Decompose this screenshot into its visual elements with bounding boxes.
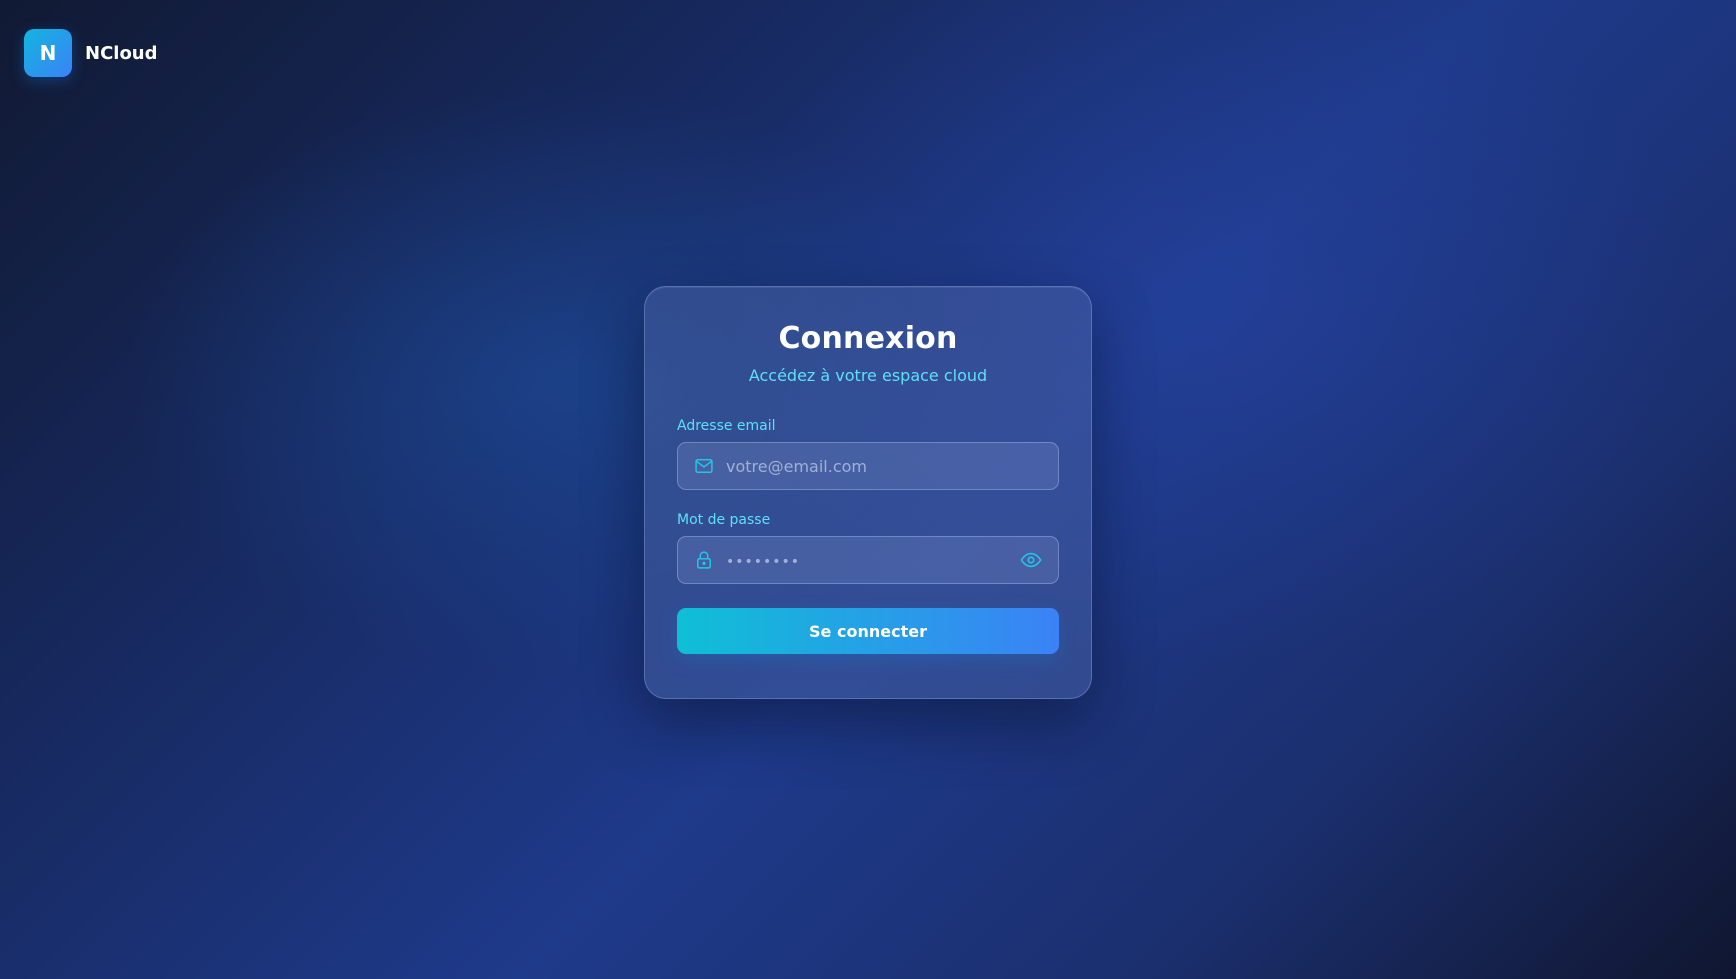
login-submit-button[interactable]: Se connecter xyxy=(677,608,1059,654)
login-title: Connexion xyxy=(778,321,958,356)
email-field-wrapper xyxy=(677,442,1059,490)
mail-icon xyxy=(694,456,714,476)
email-label: Adresse email xyxy=(677,418,776,434)
eye-icon[interactable] xyxy=(1020,549,1042,571)
login-card: Connexion Accédez à votre espace cloud A… xyxy=(644,286,1092,699)
lock-icon xyxy=(694,550,714,570)
brand-name: NCloud xyxy=(85,42,158,64)
brand-logo: N xyxy=(24,29,72,77)
brand: N NCloud xyxy=(24,29,158,77)
password-input[interactable] xyxy=(678,537,1058,583)
email-input[interactable] xyxy=(678,443,1058,489)
login-subtitle: Accédez à votre espace cloud xyxy=(748,366,988,385)
password-label: Mot de passe xyxy=(677,512,771,528)
password-field-wrapper xyxy=(677,536,1059,584)
brand-logo-letter: N xyxy=(39,41,57,65)
